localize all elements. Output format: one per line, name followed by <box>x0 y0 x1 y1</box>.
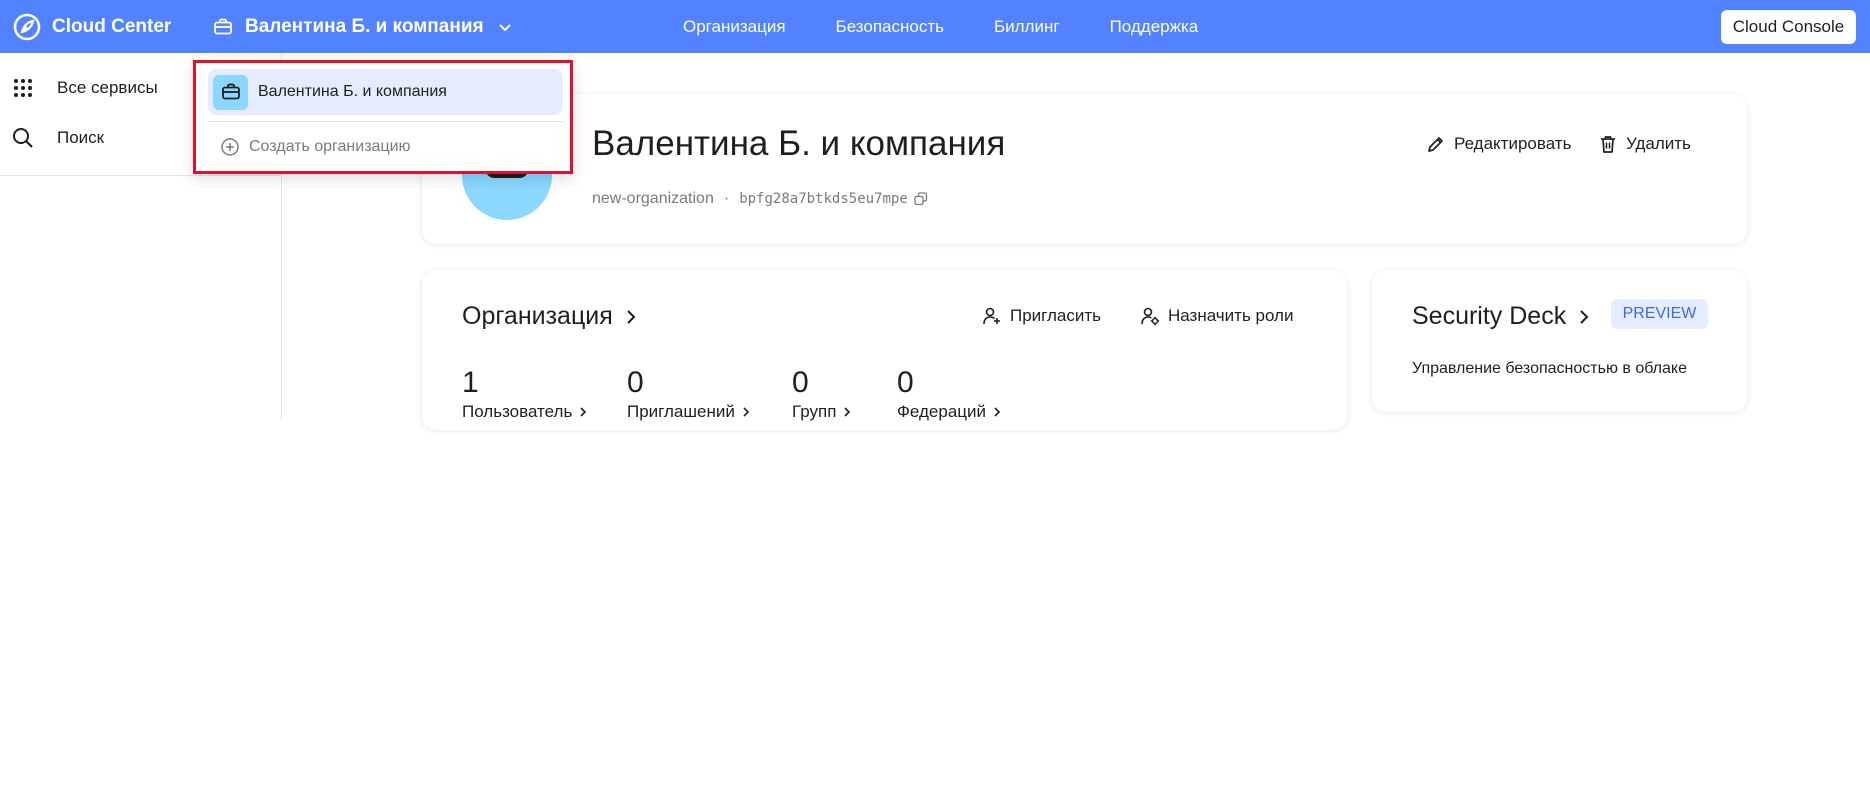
chevron-right-icon <box>580 407 587 417</box>
security-deck-link[interactable]: Security Deck <box>1412 302 1594 331</box>
stat-value: 1 <box>462 366 479 399</box>
nav-support[interactable]: Поддержка <box>1110 17 1199 37</box>
nav-organization[interactable]: Организация <box>683 17 786 37</box>
edit-label: Редактировать <box>1454 134 1572 153</box>
org-switcher-dropdown: Валентина Б. и компания Создать организа… <box>193 60 573 174</box>
assign-roles-button[interactable]: Назначить роли <box>1140 302 1293 330</box>
cloud-center-logo-icon <box>13 13 41 41</box>
dropdown-divider <box>208 121 563 122</box>
section-title: Организация <box>462 302 613 330</box>
org-meta: new-organization · bpfg28a7btkds5eu7mpe <box>592 190 928 208</box>
organization-section-link[interactable]: Организация <box>462 302 641 331</box>
sidebar-item-label: Поиск <box>57 128 105 147</box>
stat-value: 0 <box>792 366 809 399</box>
sidebar-item-label: Все сервисы <box>57 78 158 97</box>
org-slug: new-organization <box>592 190 714 207</box>
chevron-down-icon <box>498 24 511 32</box>
create-organization-button[interactable]: Создать организацию <box>220 134 411 160</box>
sidebar-item-all-services[interactable]: Все сервисы <box>12 73 158 103</box>
nav-billing[interactable]: Биллинг <box>994 17 1060 37</box>
plus-circle-icon <box>221 138 239 156</box>
preview-badge: PREVIEW <box>1611 299 1708 329</box>
security-deck-description: Управление безопасностью в облаке <box>1412 360 1687 377</box>
stat-label: Групп <box>792 402 837 421</box>
copy-icon[interactable] <box>914 192 928 206</box>
security-deck-card: Security Deck PREVIEW Управление безопас… <box>1372 270 1747 412</box>
dropdown-item-current-org[interactable]: Валентина Б. и компания <box>208 69 563 115</box>
add-user-icon <box>983 307 1000 325</box>
brand-name: Cloud Center <box>52 16 172 37</box>
org-id: bpfg28a7btkds5eu7mpe <box>739 191 908 207</box>
create-organization-label: Создать организацию <box>249 138 411 155</box>
invite-label: Пригласить <box>1010 306 1102 325</box>
brand[interactable]: Cloud Center <box>13 12 171 42</box>
stat-groups[interactable]: 0 Групп <box>792 366 854 422</box>
search-icon <box>13 128 33 148</box>
cloud-console-button[interactable]: Cloud Console <box>1721 10 1856 44</box>
stat-value: 0 <box>897 366 914 399</box>
user-gear-icon <box>1141 307 1160 326</box>
meta-separator: · <box>723 190 730 207</box>
chevron-right-icon <box>1580 309 1589 324</box>
edit-button[interactable]: Редактировать <box>1426 130 1571 158</box>
stat-value: 0 <box>627 366 644 399</box>
chevron-right-icon <box>844 407 851 417</box>
delete-label: Удалить <box>1626 134 1691 153</box>
top-nav: Организация Безопасность Биллинг Поддерж… <box>683 0 1248 53</box>
dropdown-item-label: Валентина Б. и компания <box>258 83 447 100</box>
stat-federations[interactable]: 0 Федераций <box>897 366 1004 422</box>
org-switcher-label: Валентина Б. и компания <box>245 16 484 37</box>
org-switcher[interactable]: Валентина Б. и компания <box>213 12 514 42</box>
organization-info-card: Валентина Б. и компания new-organization… <box>422 94 1747 244</box>
stat-label: Пользователь <box>462 402 573 421</box>
stat-users[interactable]: 1 Пользователь <box>462 366 590 422</box>
chevron-right-icon <box>743 407 749 417</box>
briefcase-icon <box>221 83 240 100</box>
grid-icon <box>14 79 32 97</box>
assign-roles-label: Назначить роли <box>1168 306 1294 325</box>
chevron-right-icon <box>627 309 636 324</box>
stat-invites[interactable]: 0 Приглашений <box>627 366 753 422</box>
page-title: Валентина Б. и компания <box>592 124 1006 163</box>
delete-button[interactable]: Удалить <box>1598 130 1691 158</box>
stat-label: Федераций <box>897 402 987 421</box>
trash-icon <box>1601 136 1615 153</box>
section-title: Security Deck <box>1412 302 1567 330</box>
stat-label: Приглашений <box>627 402 735 421</box>
chevron-right-icon <box>994 407 1001 417</box>
org-badge <box>213 74 248 110</box>
organization-section-card: Организация Пригласить Назначить роли 1 … <box>422 270 1347 430</box>
pencil-icon <box>1428 137 1443 152</box>
top-header: Cloud Center Валентина Б. и компания Орг… <box>0 0 1870 53</box>
sidebar-item-search[interactable]: Поиск <box>12 123 104 153</box>
nav-security[interactable]: Безопасность <box>836 17 944 37</box>
invite-button[interactable]: Пригласить <box>982 302 1101 330</box>
briefcase-icon <box>214 18 232 35</box>
